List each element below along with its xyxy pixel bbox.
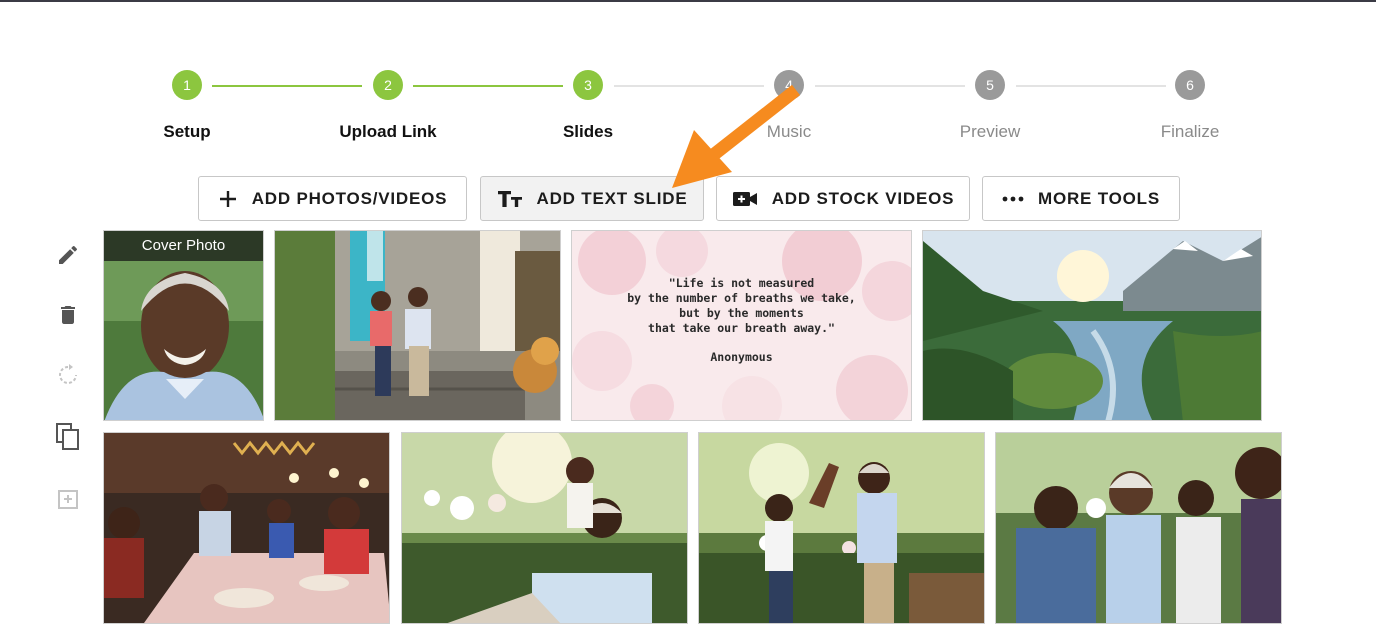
video-camera-add-icon [732,190,758,208]
step-connector-4 [815,85,965,87]
family-dinner-photo [104,433,389,623]
add-photos-videos-button[interactable]: ADD PHOTOS/VIDEOS [198,176,467,221]
slide-family-dinner[interactable] [103,432,390,624]
step-3-label[interactable]: Slides [508,122,668,142]
quote-content: "Life is not measured by the number of b… [572,231,911,420]
step-connector-5 [1016,85,1166,87]
add-slide-icon[interactable] [54,484,82,514]
add-photos-videos-label: ADD PHOTOS/VIDEOS [251,188,448,208]
step-5-label[interactable]: Preview [910,122,1070,142]
slide-lake-landscape[interactable] [922,230,1262,421]
lake-landscape-photo [923,231,1261,420]
step-connector-2 [413,85,563,87]
step-2-circle[interactable]: 2 [373,70,403,100]
add-text-slide-button[interactable]: ADD TEXT SLIDE [480,176,704,221]
slide-three-generations[interactable] [995,432,1282,624]
add-stock-videos-label: ADD STOCK VIDEOS [771,188,955,208]
progress-stepper: 1 2 3 4 5 6 Setup Upload Link Slides Mus… [0,0,1376,160]
slide-couple-doorstep[interactable] [274,230,561,421]
text-size-icon [497,189,523,209]
step-2-label[interactable]: Upload Link [308,122,468,142]
more-tools-label: MORE TOOLS [1038,188,1160,208]
rotate-icon[interactable] [54,360,82,390]
step-4-label[interactable]: Music [709,122,869,142]
step-6-circle[interactable]: 6 [1175,70,1205,100]
step-1-circle[interactable]: 1 [172,70,202,100]
slide-high-five[interactable] [698,432,985,624]
couple-doorstep-photo [275,231,560,420]
step-connector-3 [614,85,764,87]
edit-pencil-icon[interactable] [54,240,82,270]
duplicate-icon[interactable] [54,422,82,452]
slide-cover-photo[interactable]: Cover Photo [103,230,264,421]
high-five-photo [699,433,984,623]
step-6-label[interactable]: Finalize [1110,122,1270,142]
more-dots-icon [1002,196,1024,202]
trash-icon[interactable] [54,300,82,330]
step-connector-1 [212,85,362,87]
grandfather-hug-photo [402,433,687,623]
plus-icon [218,189,238,209]
more-tools-button[interactable]: MORE TOOLS [982,176,1180,221]
three-generations-photo [996,433,1281,623]
slide-grandfather-hug[interactable] [401,432,688,624]
slide-quote-text[interactable]: "Life is not measured by the number of b… [571,230,912,421]
quote-author: Anonymous [710,349,773,364]
step-1-label[interactable]: Setup [107,122,267,142]
cover-photo-label: Cover Photo [104,231,263,261]
quote-text: "Life is not measured by the number of b… [627,275,856,335]
step-3-circle[interactable]: 3 [573,70,603,100]
add-text-slide-label: ADD TEXT SLIDE [536,188,688,208]
add-stock-videos-button[interactable]: ADD STOCK VIDEOS [716,176,970,221]
step-4-circle[interactable]: 4 [774,70,804,100]
step-5-circle[interactable]: 5 [975,70,1005,100]
